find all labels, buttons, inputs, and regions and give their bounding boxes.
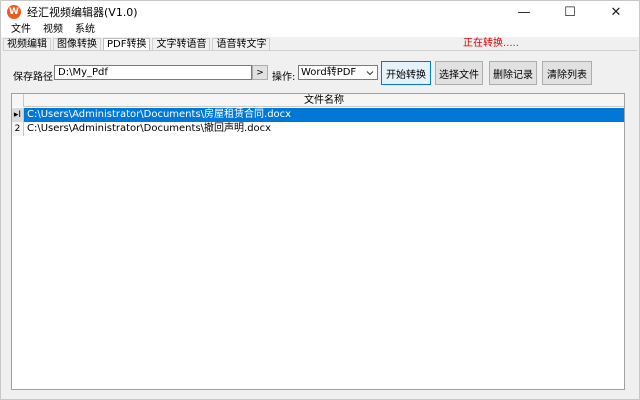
save-path-label: 保存路径:	[13, 72, 57, 83]
menu-bar: 文件 视频 系统	[1, 23, 639, 37]
column-header-filename[interactable]: 文件名称	[24, 94, 624, 106]
tab-image-convert[interactable]: 图像转换	[53, 38, 101, 50]
table-row[interactable]: ▸I C:\Users\Administrator\Documents\房屋租赁…	[12, 108, 624, 122]
operation-select-value: Word转PDF	[301, 67, 357, 78]
tab-pdf-convert[interactable]: PDF转换	[103, 38, 151, 50]
title-bar[interactable]: W 经汇视频编辑器(V1.0) — ☐ ✕	[1, 1, 639, 23]
window-controls: — ☐ ✕	[501, 1, 639, 23]
row-header[interactable]: 2	[12, 122, 24, 136]
browse-button[interactable]: >	[252, 65, 268, 80]
window-title: 经汇视频编辑器(V1.0)	[27, 6, 138, 19]
tab-strip: 视频编辑 图像转换 PDF转换 文字转语音 语音转文字	[1, 38, 639, 50]
save-path-input[interactable]: D:\My_Pdf	[54, 65, 252, 80]
operation-select[interactable]: Word转PDF	[298, 65, 378, 80]
tab-speech-to-text[interactable]: 语音转文字	[212, 38, 271, 50]
menu-video[interactable]: 视频	[37, 23, 69, 37]
row-header[interactable]: ▸I	[12, 108, 24, 122]
tab-text-to-speech[interactable]: 文字转语音	[152, 38, 211, 50]
chevron-down-icon	[366, 71, 374, 76]
delete-record-button[interactable]: 删除记录	[489, 61, 537, 85]
maximize-button[interactable]: ☐	[547, 1, 593, 23]
app-window: W 经汇视频编辑器(V1.0) — ☐ ✕ 文件 视频 系统 视频编辑 图像转换…	[0, 0, 640, 400]
menu-file[interactable]: 文件	[5, 23, 37, 37]
status-text: 正在转换.....	[463, 38, 519, 49]
close-button[interactable]: ✕	[593, 1, 639, 23]
pdf-convert-panel: 保存路径: D:\My_Pdf > 操作: Word转PDF 开始转换 选择文件…	[3, 50, 637, 399]
tab-video-edit[interactable]: 视频编辑	[3, 38, 51, 50]
select-file-button[interactable]: 选择文件	[435, 61, 483, 85]
table-row[interactable]: 2 C:\Users\Administrator\Documents\撤回声明.…	[12, 122, 624, 136]
start-convert-button[interactable]: 开始转换	[381, 61, 431, 85]
filename-cell[interactable]: C:\Users\Administrator\Documents\房屋租赁合同.…	[24, 108, 624, 122]
operation-label: 操作:	[272, 72, 296, 83]
app-logo-icon: W	[7, 5, 21, 19]
grid-header: 文件名称	[12, 94, 624, 107]
minimize-button[interactable]: —	[501, 1, 547, 23]
clear-list-button[interactable]: 清除列表	[542, 61, 592, 85]
filename-cell[interactable]: C:\Users\Administrator\Documents\撤回声明.do…	[24, 122, 624, 136]
menu-system[interactable]: 系统	[69, 23, 101, 37]
grid-corner	[12, 94, 24, 107]
file-list-grid[interactable]: 文件名称 ▸I C:\Users\Administrator\Documents…	[11, 93, 625, 390]
